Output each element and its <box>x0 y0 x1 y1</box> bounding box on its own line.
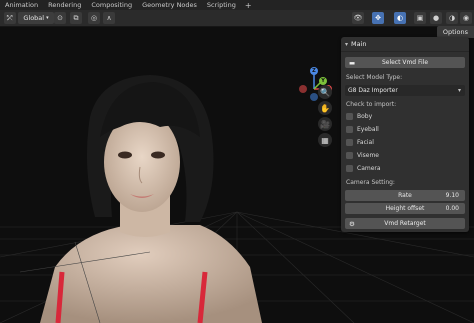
proportional-edit-icon[interactable]: ◎ <box>88 12 100 24</box>
workspace-tabs: Animation Rendering Compositing Geometry… <box>0 0 474 10</box>
shading-rendered-icon[interactable]: ◉ <box>460 12 472 24</box>
checkbox-label: Boby <box>357 113 373 120</box>
hand-pan-icon[interactable]: ✋ <box>318 101 332 115</box>
axis-z-label: Z <box>312 68 316 74</box>
shading-material-icon[interactable]: ◑ <box>446 12 458 24</box>
vmd-retarget-button[interactable]: ⚙ Vmd Retarget <box>345 218 465 229</box>
model-type-label: Select Model Type: <box>346 74 403 81</box>
pivot-point-icon[interactable]: ⊙ <box>54 12 66 24</box>
grid-icon[interactable]: ▦ <box>318 133 332 147</box>
checkbox-box[interactable] <box>346 113 353 120</box>
checkbox-label: Eyeball <box>357 126 379 133</box>
viewport-header: ⤱ Global ▾ ⊙ ⧉ ◎ ∧ 👁 ✥ ◐ ▣ ● ◑ ◉ <box>0 10 474 27</box>
chevron-down-icon: ▾ <box>345 40 349 48</box>
axis-y-label: Y <box>321 78 325 84</box>
vmd-retarget-label: Vmd Retarget <box>384 220 426 227</box>
add-workspace-button[interactable]: + <box>241 1 256 10</box>
checkbox-box[interactable] <box>346 152 353 159</box>
snap-icon[interactable]: ⧉ <box>70 12 82 24</box>
model-type-dropdown[interactable]: G8 Daz Importer ▾ <box>345 85 465 96</box>
axis-neg-z-handle[interactable] <box>310 93 318 101</box>
checkbox-eyeball[interactable]: Eyeball <box>346 126 379 133</box>
camera-setting-label: Camera Setting: <box>346 179 395 186</box>
checkbox-box[interactable] <box>346 126 353 133</box>
checkbox-boby[interactable]: Boby <box>346 113 372 120</box>
folder-icon: ▬ <box>349 58 356 67</box>
rate-field[interactable]: Rate 9.10 <box>345 190 465 201</box>
checkbox-box[interactable] <box>346 165 353 172</box>
tab-rendering[interactable]: Rendering <box>43 1 86 9</box>
shading-solid-icon[interactable]: ● <box>430 12 442 24</box>
zoom-icon[interactable]: 🔍 <box>318 85 332 99</box>
axis-z-handle[interactable]: Z <box>310 67 318 75</box>
overlays-toggle-icon[interactable]: ◐ <box>394 12 406 24</box>
checkbox-label: Camera <box>357 165 381 172</box>
checkbox-label: Facial <box>357 139 374 146</box>
panel-title: Main <box>351 40 367 48</box>
axis-neg-x-handle[interactable] <box>299 85 307 93</box>
options-label: Options <box>442 28 468 36</box>
tab-scripting[interactable]: Scripting <box>202 1 241 9</box>
height-offset-field[interactable]: Height offset 0.00 <box>345 203 465 214</box>
tab-geometry-nodes[interactable]: Geometry Nodes <box>137 1 202 9</box>
checkbox-label: Viseme <box>357 152 379 159</box>
checkbox-facial[interactable]: Facial <box>346 139 374 146</box>
orientation-dropdown[interactable]: Global ▾ <box>18 12 54 24</box>
chevron-down-icon: ▾ <box>457 87 461 94</box>
axis-y-handle[interactable]: Y <box>319 77 327 85</box>
select-vmd-file-button[interactable]: ▬ Select Vmd File <box>345 57 465 68</box>
visibility-icon[interactable]: 👁 <box>352 12 364 24</box>
tab-animation[interactable]: Animation <box>0 1 43 9</box>
vmd-addon-panel: ▾ Main ▬ Select Vmd File Select Model Ty… <box>341 37 469 232</box>
falloff-icon[interactable]: ∧ <box>103 12 115 24</box>
checkbox-camera[interactable]: Camera <box>346 165 381 172</box>
orientation-label: Global <box>23 14 45 22</box>
xray-toggle-icon[interactable]: ▣ <box>414 12 426 24</box>
gizmo-toggle-icon[interactable]: ✥ <box>372 12 384 24</box>
chevron-down-icon: ▾ <box>46 15 49 21</box>
rate-value: 9.10 <box>445 192 459 199</box>
transform-orientation-icon[interactable]: ⤱ <box>4 12 16 24</box>
checkbox-viseme[interactable]: Viseme <box>346 152 379 159</box>
select-vmd-file-label: Select Vmd File <box>381 59 429 66</box>
model-type-value: G8 Daz Importer <box>348 87 398 94</box>
camera-icon[interactable]: 🎥 <box>318 117 332 131</box>
retarget-icon: ⚙ <box>349 219 355 228</box>
checkbox-box[interactable] <box>346 139 353 146</box>
panel-header[interactable]: ▾ Main <box>341 37 469 52</box>
height-offset-value: 0.00 <box>445 205 459 212</box>
check-import-label: Check to import: <box>346 101 397 108</box>
tab-compositing[interactable]: Compositing <box>86 1 137 9</box>
